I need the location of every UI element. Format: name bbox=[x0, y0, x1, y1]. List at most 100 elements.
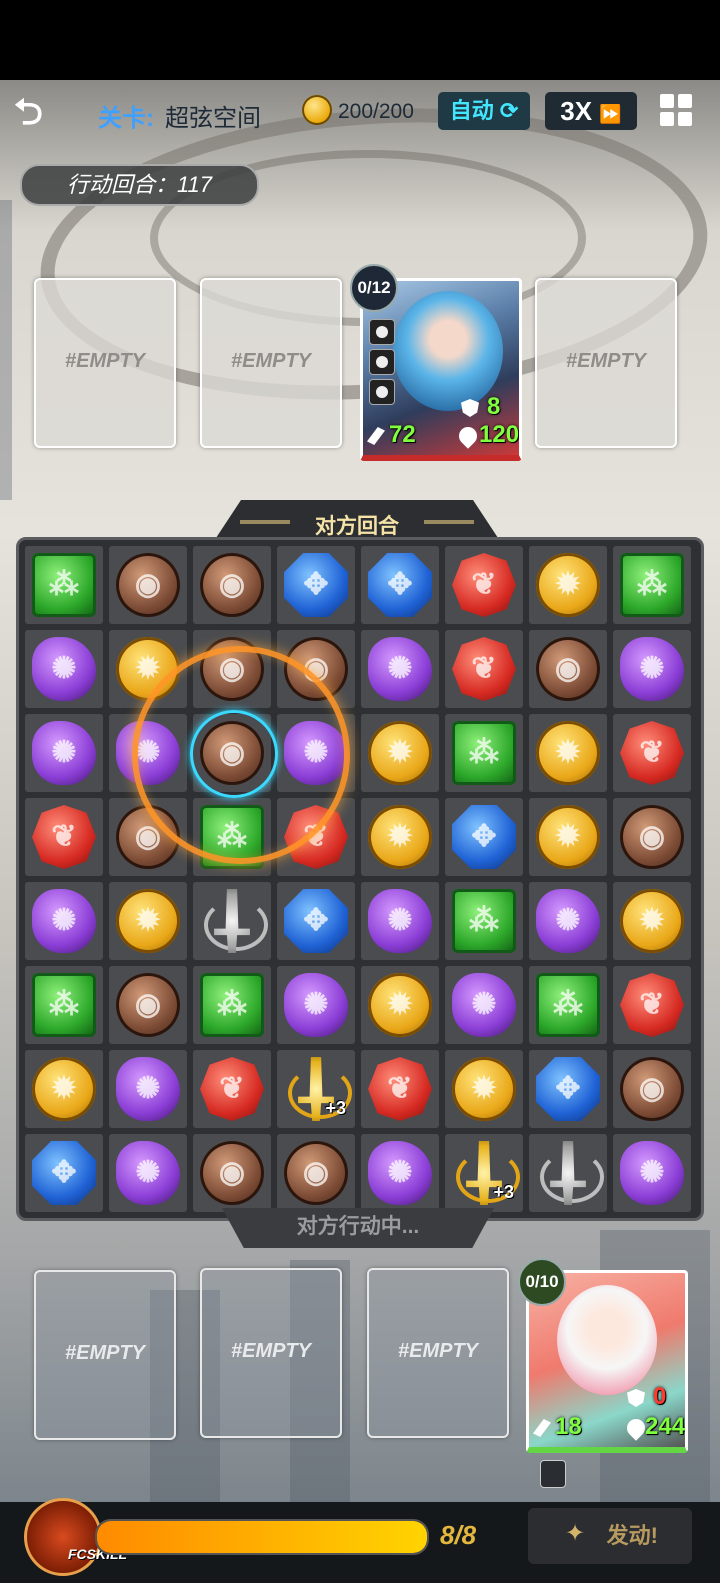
green-gem[interactable]: ⁂ bbox=[32, 553, 96, 617]
purple-gem[interactable]: ✺ bbox=[368, 1141, 432, 1205]
purple-gem[interactable]: ✺ bbox=[452, 973, 516, 1037]
gold-gem[interactable]: ✹ bbox=[536, 805, 600, 869]
blue-gem[interactable]: ✥ bbox=[368, 553, 432, 617]
brown-gem[interactable]: ◉ bbox=[620, 1057, 684, 1121]
gold-gem[interactable]: ✹ bbox=[368, 805, 432, 869]
green-gem[interactable]: ⁂ bbox=[620, 553, 684, 617]
red-gem[interactable]: ❦ bbox=[620, 721, 684, 785]
board-cell[interactable]: ◉ bbox=[277, 1134, 355, 1212]
board-cell[interactable]: ✺ bbox=[109, 1050, 187, 1128]
purple-gem[interactable]: ✺ bbox=[368, 637, 432, 701]
board-cell[interactable]: ❦ bbox=[25, 798, 103, 876]
board-cell[interactable]: +3 bbox=[277, 1050, 355, 1128]
board-cell[interactable]: ✺ bbox=[25, 882, 103, 960]
board-cell[interactable]: ✺ bbox=[361, 882, 439, 960]
red-gem[interactable]: ❦ bbox=[200, 1057, 264, 1121]
gold-gem[interactable]: ✹ bbox=[452, 1057, 516, 1121]
board-cell[interactable]: ◉ bbox=[613, 1050, 691, 1128]
board-cell[interactable]: ✺ bbox=[613, 1134, 691, 1212]
gold-sword-tile[interactable]: +3 bbox=[452, 1141, 520, 1205]
silver-sword-tile[interactable] bbox=[536, 1141, 604, 1205]
purple-gem[interactable]: ✺ bbox=[620, 637, 684, 701]
purple-gem[interactable]: ✺ bbox=[32, 721, 96, 785]
board-cell[interactable]: ✹ bbox=[361, 714, 439, 792]
brown-gem[interactable]: ◉ bbox=[536, 637, 600, 701]
board-cell[interactable]: ✺ bbox=[277, 966, 355, 1044]
launch-skill-button[interactable]: 发动! bbox=[528, 1508, 692, 1564]
board-cell[interactable] bbox=[193, 882, 271, 960]
gold-gem[interactable]: ✹ bbox=[116, 889, 180, 953]
board-cell[interactable]: ✹ bbox=[529, 714, 607, 792]
green-gem[interactable]: ⁂ bbox=[452, 721, 516, 785]
board-cell[interactable]: ✹ bbox=[109, 882, 187, 960]
back-arrow-icon[interactable]: ⮌ bbox=[14, 94, 58, 130]
board-cell[interactable]: ✺ bbox=[361, 1134, 439, 1212]
board-cell[interactable]: ✹ bbox=[25, 1050, 103, 1128]
red-gem[interactable]: ❦ bbox=[32, 805, 96, 869]
blue-gem[interactable]: ✥ bbox=[536, 1057, 600, 1121]
board-cell[interactable]: ⁂ bbox=[25, 966, 103, 1044]
red-gem[interactable]: ❦ bbox=[452, 637, 516, 701]
board-cell[interactable]: ❦ bbox=[445, 630, 523, 708]
green-gem[interactable]: ⁂ bbox=[32, 973, 96, 1037]
board-cell[interactable]: ✺ bbox=[25, 714, 103, 792]
blue-gem[interactable]: ✥ bbox=[452, 805, 516, 869]
board-cell[interactable]: ✺ bbox=[445, 966, 523, 1044]
brown-gem[interactable]: ◉ bbox=[116, 973, 180, 1037]
player-slot[interactable]: #EMPTY bbox=[200, 1268, 342, 1438]
silver-sword-tile[interactable] bbox=[200, 889, 268, 953]
gold-gem[interactable]: ✹ bbox=[368, 973, 432, 1037]
purple-gem[interactable]: ✺ bbox=[284, 973, 348, 1037]
gold-gem[interactable]: ✹ bbox=[620, 889, 684, 953]
green-gem[interactable]: ⁂ bbox=[452, 889, 516, 953]
blue-gem[interactable]: ✥ bbox=[32, 1141, 96, 1205]
blue-gem[interactable]: ✥ bbox=[284, 889, 348, 953]
board-cell[interactable]: ✹ bbox=[529, 546, 607, 624]
board-cell[interactable]: ◉ bbox=[109, 966, 187, 1044]
red-gem[interactable]: ❦ bbox=[452, 553, 516, 617]
board-cell[interactable]: ⁂ bbox=[529, 966, 607, 1044]
green-gem[interactable]: ⁂ bbox=[200, 973, 264, 1037]
brown-gem[interactable]: ◉ bbox=[116, 553, 180, 617]
red-gem[interactable]: ❦ bbox=[620, 973, 684, 1037]
purple-gem[interactable]: ✺ bbox=[32, 637, 96, 701]
red-gem[interactable]: ❦ bbox=[368, 1057, 432, 1121]
gold-gem[interactable]: ✹ bbox=[536, 721, 600, 785]
brown-gem[interactable]: ◉ bbox=[620, 805, 684, 869]
purple-gem[interactable]: ✺ bbox=[116, 1057, 180, 1121]
board-cell[interactable]: ⁂ bbox=[613, 546, 691, 624]
board-cell[interactable]: ◉ bbox=[193, 546, 271, 624]
board-cell[interactable]: ⁂ bbox=[445, 882, 523, 960]
auto-battle-button[interactable]: 自动 ⟳ bbox=[438, 92, 530, 130]
board-cell[interactable]: ◉ bbox=[193, 1134, 271, 1212]
brown-gem[interactable]: ◉ bbox=[284, 1141, 348, 1205]
board-cell[interactable]: ❦ bbox=[613, 966, 691, 1044]
board-cell[interactable]: ✹ bbox=[445, 1050, 523, 1128]
gold-gem[interactable]: ✹ bbox=[536, 553, 600, 617]
board-cell[interactable]: ❦ bbox=[361, 1050, 439, 1128]
player-slot[interactable]: #EMPTY bbox=[367, 1268, 509, 1438]
brown-gem[interactable]: ◉ bbox=[200, 1141, 264, 1205]
board-cell[interactable]: ⁂ bbox=[445, 714, 523, 792]
board-cell[interactable]: ❦ bbox=[445, 546, 523, 624]
board-cell[interactable]: ✺ bbox=[529, 882, 607, 960]
board-cell[interactable]: ✺ bbox=[25, 630, 103, 708]
board-cell[interactable] bbox=[529, 1134, 607, 1212]
board-cell[interactable]: ✹ bbox=[613, 882, 691, 960]
purple-gem[interactable]: ✺ bbox=[536, 889, 600, 953]
board-cell[interactable]: ✹ bbox=[361, 966, 439, 1044]
board-cell[interactable]: ◉ bbox=[613, 798, 691, 876]
gold-gem[interactable]: ✹ bbox=[368, 721, 432, 785]
purple-gem[interactable]: ✺ bbox=[368, 889, 432, 953]
board-cell[interactable]: ✹ bbox=[529, 798, 607, 876]
board-cell[interactable]: ✥ bbox=[529, 1050, 607, 1128]
skill-icon[interactable] bbox=[540, 1460, 566, 1488]
purple-gem[interactable]: ✺ bbox=[620, 1141, 684, 1205]
board-cell[interactable]: ◉ bbox=[109, 546, 187, 624]
purple-gem[interactable]: ✺ bbox=[32, 889, 96, 953]
board-cell[interactable]: ✺ bbox=[109, 1134, 187, 1212]
board-cell[interactable]: ✥ bbox=[445, 798, 523, 876]
board-cell[interactable]: ◉ bbox=[529, 630, 607, 708]
brown-gem[interactable]: ◉ bbox=[200, 553, 264, 617]
board-cell[interactable]: ✥ bbox=[277, 882, 355, 960]
